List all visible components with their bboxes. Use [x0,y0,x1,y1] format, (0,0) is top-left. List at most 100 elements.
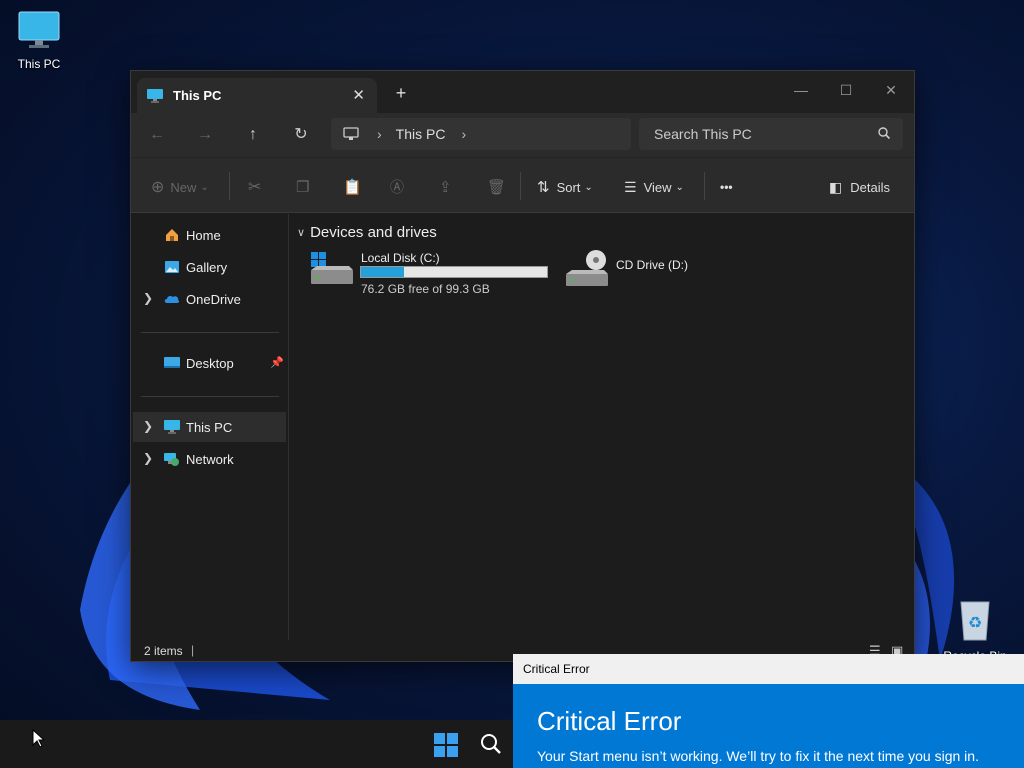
mouse-cursor-icon [32,729,44,748]
desktop-icon [164,355,180,374]
sidebar-item-onedrive[interactable]: ❯ OneDrive [133,284,286,314]
close-window-button[interactable]: ✕ [876,77,906,103]
chevron-right-icon[interactable]: ❯ [143,291,153,305]
monitor-icon [18,11,60,48]
refresh-icon[interactable]: ↻ [290,124,312,146]
chevron-down-icon: ⌄ [200,181,209,193]
back-arrow-icon[interactable]: ← [146,124,168,146]
recycle-bin-icon: ♻ [960,601,990,641]
new-label: New [170,179,197,195]
svg-text:♻: ♻ [968,613,982,632]
copy-icon[interactable]: ❐ [296,176,309,198]
view-button[interactable]: ☰ View ⌄ [624,176,684,198]
more-options-button[interactable]: ••• [720,176,733,198]
drive-name: Local Disk (C:) [361,251,440,265]
sort-label: Sort [556,179,581,195]
sidebar-divider [141,396,279,397]
minimize-button[interactable]: — [786,77,816,103]
sort-button[interactable]: ⇅ Sort ⌄ [537,176,593,198]
this-pc-icon [164,419,180,438]
drive-usage-fill [361,267,405,277]
this-pc-icon [147,88,163,103]
paste-icon[interactable]: 📋 [343,176,362,198]
view-label: View [643,179,672,195]
monitor-icon [343,127,359,140]
error-heading: Critical Error [537,706,682,736]
sidebar-item-this-pc[interactable]: ❯ This PC [133,412,286,442]
desktop-icon-label: This PC [17,57,61,71]
new-tab-button[interactable]: + [393,83,409,104]
navigation-pane: Home Gallery ❯ OneDrive Desktop 📌 ❯ This… [131,214,289,640]
sidebar-item-label: OneDrive [186,292,241,307]
windows-start-icon[interactable] [434,733,458,757]
sidebar-item-desktop[interactable]: Desktop 📌 [133,348,286,378]
desktop-icon-this-pc[interactable]: This PC [1,10,77,71]
drive-free-space: 76.2 GB free of 99.3 GB [361,282,490,296]
tab-this-pc[interactable]: This PC ✕ [137,78,377,113]
search-placeholder: Search This PC [654,126,752,142]
sidebar-item-label: Network [186,452,234,467]
rename-icon[interactable]: Ⓐ [390,176,404,198]
cloud-icon [164,291,180,310]
sidebar-item-network[interactable]: ❯ Network [133,444,286,474]
sidebar-item-label: Gallery [186,260,228,275]
sort-icon: ⇅ [537,179,550,196]
details-button[interactable]: ◧ Details [829,176,890,198]
chevron-down-icon[interactable]: ∨ [297,226,305,239]
pin-icon[interactable]: 📌 [270,356,284,369]
share-icon[interactable]: ⇪ [439,176,452,198]
group-header[interactable]: ∨ Devices and drives [297,224,437,241]
dialog-title: Critical Error [513,654,1024,684]
drive-item-d[interactable]: CD Drive (D:) [564,250,704,302]
sidebar-item-home[interactable]: Home [133,220,286,250]
toolbar-divider [520,172,521,200]
chevron-right-icon[interactable]: › [461,126,466,142]
network-icon [164,451,180,470]
up-arrow-icon[interactable]: ↑ [242,124,264,146]
search-icon[interactable] [877,126,891,140]
address-bar[interactable]: › This PC › [331,118,631,150]
gallery-icon [164,259,180,278]
home-icon [164,227,180,246]
drive-item-c[interactable]: Local Disk (C:) 76.2 GB free of 99.3 GB [309,250,559,302]
drive-usage-bar [360,266,548,278]
title-bar: This PC ✕ + — ☐ ✕ [131,71,914,113]
view-icon: ☰ [624,178,637,195]
sidebar-item-label: Desktop [186,356,234,371]
sidebar-item-label: Home [186,228,221,243]
sidebar-item-label: This PC [186,420,233,435]
hard-drive-icon [311,252,353,284]
status-divider: | [191,643,195,657]
chevron-down-icon: ⌄ [675,181,684,193]
close-tab-icon[interactable]: ✕ [352,86,365,104]
breadcrumb-this-pc[interactable]: This PC [396,126,446,142]
search-icon[interactable] [480,733,502,755]
cd-drive-icon [566,250,608,286]
details-label: Details [850,179,890,195]
sidebar-item-gallery[interactable]: Gallery [133,252,286,282]
command-bar: ⊕ New ⌄ ✂ ❐ 📋 Ⓐ ⇪ 🗑 ⇅ Sort ⌄ ☰ View ⌄ ••… [131,157,914,213]
item-count: 2 items [144,644,183,658]
file-explorer-window: This PC ✕ + — ☐ ✕ ← → ↑ ↻ › This PC › Se… [130,70,915,662]
maximize-button[interactable]: ☐ [831,77,861,103]
drive-name: CD Drive (D:) [616,258,688,272]
chevron-right-icon[interactable]: ❯ [143,451,153,465]
chevron-right-icon[interactable]: › [377,126,382,142]
forward-arrow-icon[interactable]: → [194,124,216,146]
navigation-bar: ← → ↑ ↻ › This PC › Search This PC [131,113,914,157]
toolbar-divider [229,172,230,200]
file-list: ∨ Devices and drives Local Disk (C:) 76.… [289,214,914,640]
error-message: Your Start menu isn’t working. We’ll try… [537,748,979,764]
details-pane-icon: ◧ [829,178,843,195]
add-circle-icon: ⊕ [151,179,165,196]
tab-title: This PC [173,88,222,103]
search-box[interactable]: Search This PC [639,118,903,150]
critical-error-dialog: Critical Error Critical Error Your Start… [513,654,1024,768]
chevron-right-icon[interactable]: ❯ [143,419,153,433]
sidebar-divider [141,332,279,333]
cut-icon[interactable]: ✂ [248,176,261,198]
taskbar [0,720,513,768]
new-button[interactable]: ⊕ New ⌄ [151,176,209,198]
group-label: Devices and drives [310,224,437,241]
delete-icon[interactable]: 🗑 [487,176,506,198]
